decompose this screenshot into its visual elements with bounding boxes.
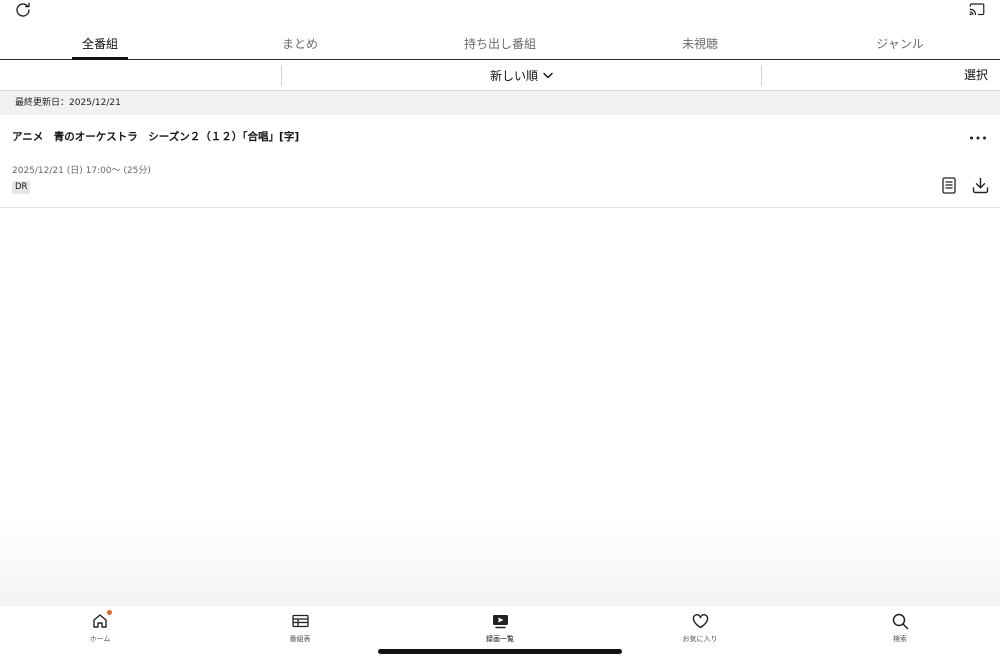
select-button[interactable]: 選択 [964, 60, 988, 90]
cast-button[interactable] [963, 0, 991, 24]
nav-tv-guide[interactable]: 番組表 [200, 606, 400, 659]
more-options-button[interactable] [968, 125, 988, 145]
nav-favorites[interactable]: お気に入り [600, 606, 800, 659]
program-datetime: 2025/12/21 (日) 17:00～ (25分) [12, 166, 151, 176]
tab-all-programs[interactable]: 全番組 [0, 30, 200, 60]
tab-genre[interactable]: ジャンル [800, 30, 1000, 59]
search-icon [890, 612, 910, 630]
heart-icon [690, 612, 710, 630]
nav-label: ホーム [89, 635, 111, 643]
notification-dot [107, 610, 112, 615]
quality-badge: DR [12, 181, 31, 194]
tab-take-out[interactable]: 持ち出し番組 [400, 30, 600, 59]
nav-label: 番組表 [289, 635, 311, 643]
divider [761, 65, 762, 86]
refresh-icon [14, 1, 32, 23]
tab-unwatched[interactable]: 未視聴 [600, 30, 800, 59]
tab-summary[interactable]: まとめ [200, 30, 400, 59]
more-icon [969, 126, 987, 145]
recording-list-item[interactable]: アニメ 青のオーケストラ シーズン２（１２）「合唱」[字] 2025/12/21… [0, 115, 1000, 208]
tv-guide-icon [290, 612, 310, 630]
sort-dropdown[interactable]: 新しい順 [282, 60, 761, 90]
last-updated-label: 最終更新日：2025/12/21 [0, 91, 1000, 115]
document-icon [942, 176, 956, 198]
nav-label: お気に入り [682, 635, 718, 643]
home-indicator[interactable] [378, 649, 622, 654]
nav-label: 検索 [893, 635, 907, 643]
sort-toolbar: 新しい順 選択 [0, 60, 1000, 91]
app-screen: 全番組 まとめ 持ち出し番組 未視聴 ジャンル 新しい順 選択 最終更新日：20… [0, 0, 1000, 659]
program-info-button[interactable] [939, 176, 959, 198]
nav-label: 録画一覧 [486, 635, 514, 643]
nav-home[interactable]: ホーム [0, 606, 200, 659]
category-tabs: 全番組 まとめ 持ち出し番組 未視聴 ジャンル [0, 30, 1000, 60]
cast-icon [968, 2, 986, 22]
top-bar [0, 0, 1000, 28]
nav-search[interactable]: 検索 [800, 606, 1000, 659]
download-button[interactable] [970, 177, 990, 197]
sort-label: 新しい順 [489, 68, 538, 83]
recordings-icon [490, 612, 510, 630]
refresh-button[interactable] [9, 0, 37, 24]
download-icon [972, 177, 989, 198]
bottom-fade [0, 520, 1000, 606]
program-title: アニメ 青のオーケストラ シーズン２（１２）「合唱」[字] [12, 131, 300, 143]
chevron-down-icon [543, 72, 553, 79]
home-icon [90, 610, 112, 630]
